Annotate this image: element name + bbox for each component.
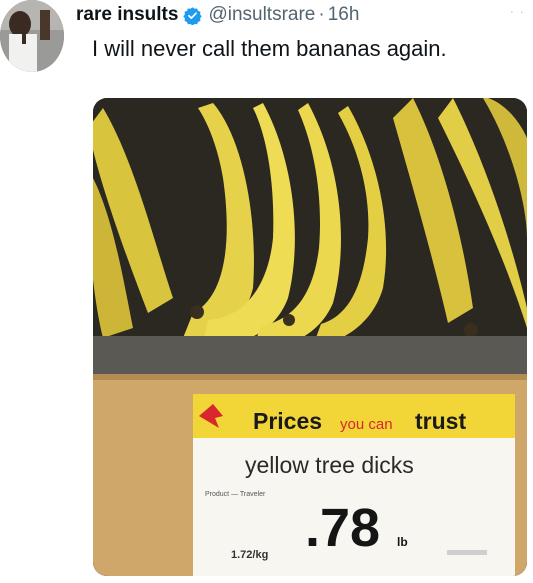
timestamp[interactable]: 16h [328,4,360,26]
avatar[interactable] [0,0,64,72]
price-unit: lb [397,535,408,549]
banana-shelf-photo: Prices you can trust yellow tree dicks P… [93,98,527,576]
price-per-kg: 1.72/kg [231,549,268,561]
tweet: rare insults @insultsrare · 16h · · I wi… [0,0,533,583]
avatar-image [0,0,64,72]
tweet-text: I will never call them bananas again. [92,36,447,61]
small-print: Product — Traveler [205,491,266,498]
barcode-mark [447,550,487,555]
verified-badge-icon [183,6,203,25]
more-options-icon[interactable]: · · [510,4,525,19]
more-options-glyph: · · [509,4,525,19]
brand-mid: you can [340,416,393,433]
shelf-edge [93,374,527,380]
separator: · [318,4,325,25]
shelf-surface [93,336,527,378]
banana-stem-tip [464,323,478,337]
handle[interactable]: @insultsrare [208,4,315,26]
price: .78 [305,498,380,558]
product-name: yellow tree dicks [245,452,414,478]
banana-stem-tip [283,314,295,326]
display-name[interactable]: rare insults [76,4,178,26]
tweet-photo[interactable]: Prices you can trust yellow tree dicks P… [93,98,527,576]
brand-end: trust [415,408,466,434]
banana-stem-tip [190,305,204,319]
brand-main: Prices [253,408,322,434]
tweet-header: rare insults @insultsrare · 16h [76,4,359,26]
